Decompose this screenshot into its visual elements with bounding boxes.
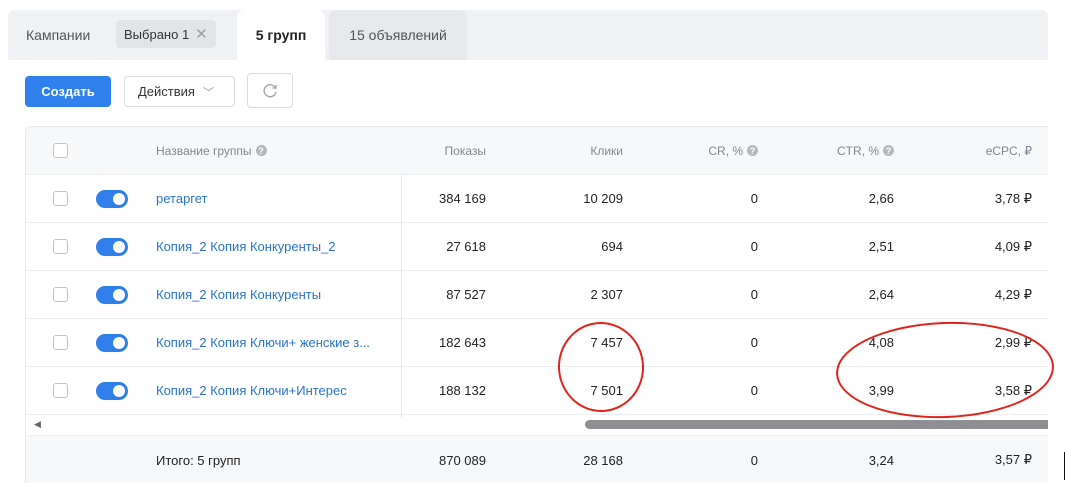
clicks-value: 2 307: [590, 287, 623, 302]
impressions-value: 27 618: [446, 239, 486, 254]
status-toggle[interactable]: [96, 237, 128, 256]
column-name-header[interactable]: Название группы?: [156, 127, 267, 174]
help-icon[interactable]: ?: [883, 145, 894, 156]
cr-value: 0: [750, 335, 758, 350]
column-clicks-header[interactable]: Клики: [531, 127, 623, 174]
tab-campaigns[interactable]: Кампании: [26, 27, 90, 43]
group-name-link[interactable]: ретаргет: [156, 175, 208, 222]
table-row[interactable]: Копия_2 Копия Конкуренты 87 527 2 307 0 …: [26, 271, 1048, 319]
groups-table: Название группы? Показы Клики CR, %? CTR…: [25, 126, 1048, 483]
help-icon[interactable]: ?: [255, 145, 267, 156]
selected-filter-chip[interactable]: Выбрано 1 ✕: [116, 20, 216, 48]
group-name-link[interactable]: Копия_2 Копия Ключи+ женские з...: [156, 319, 370, 366]
column-impressions-header[interactable]: Показы: [401, 127, 486, 174]
refresh-button[interactable]: [247, 73, 293, 108]
clicks-value: 694: [601, 239, 623, 254]
group-name-link[interactable]: Копия_2 Копия Конкуренты: [156, 271, 321, 318]
scrollbar-thumb[interactable]: [585, 420, 1048, 429]
impressions-value: 182 643: [439, 335, 486, 350]
status-toggle[interactable]: [96, 285, 128, 304]
tab-bar: Кампании Выбрано 1 ✕ 5 групп 15 объявлен…: [8, 10, 1048, 60]
ctr-value: 2,66: [868, 191, 894, 206]
help-icon[interactable]: ?: [747, 145, 758, 156]
ctr-value: 2,64: [868, 287, 894, 302]
cr-total: 0: [750, 452, 758, 468]
ecpc-value: 4,29 ₽: [994, 286, 1032, 302]
tab-ads[interactable]: 15 объявлений: [329, 10, 467, 60]
impressions-value: 384 169: [439, 191, 486, 206]
totals-label: Итого: 5 групп: [156, 452, 241, 468]
cr-value: 0: [750, 287, 758, 302]
impressions-total: 870 089: [439, 452, 486, 468]
tab-groups[interactable]: 5 групп: [237, 10, 325, 60]
impressions-value: 87 527: [446, 287, 486, 302]
cr-value: 0: [750, 191, 758, 206]
group-name-link[interactable]: Копия_2 Копия Конкуренты_2: [156, 223, 336, 270]
row-checkbox[interactable]: [53, 335, 68, 350]
ctr-total: 3,24: [868, 452, 894, 468]
ecpc-value: 3,78 ₽: [994, 190, 1032, 206]
create-button[interactable]: Создать: [25, 76, 111, 107]
row-checkbox[interactable]: [53, 239, 68, 254]
table-header: Название группы? Показы Клики CR, %? CTR…: [26, 127, 1048, 175]
clicks-value: 10 209: [583, 191, 623, 206]
group-name-link[interactable]: Копия_2 Копия Ключи+Интерес: [156, 367, 347, 414]
selected-chip-label: Выбрано 1: [124, 26, 190, 42]
impressions-value: 188 132: [439, 383, 486, 398]
scroll-left-arrow-icon[interactable]: ◀: [34, 419, 41, 430]
cr-value: 0: [750, 239, 758, 254]
row-checkbox[interactable]: [53, 383, 68, 398]
ecpc-value: 4,09 ₽: [994, 238, 1032, 254]
column-ecpc-header[interactable]: eCPC, ₽: [926, 127, 1032, 174]
horizontal-scrollbar[interactable]: ◀: [26, 417, 1048, 433]
column-ctr-header[interactable]: CTR, %?: [786, 127, 894, 174]
table-row[interactable]: ретаргет 384 169 10 209 0 2,66 3,78 ₽: [26, 175, 1048, 223]
status-toggle[interactable]: [96, 381, 128, 400]
column-cr-header[interactable]: CR, %?: [666, 127, 758, 174]
select-all-checkbox[interactable]: [53, 143, 68, 158]
close-icon[interactable]: ✕: [195, 27, 208, 42]
actions-dropdown[interactable]: Действия ﹀: [124, 76, 235, 107]
refresh-icon: [263, 83, 277, 97]
ctr-value: 2,51: [868, 239, 894, 254]
row-checkbox[interactable]: [53, 287, 68, 302]
row-checkbox[interactable]: [53, 191, 68, 206]
actions-label: Действия: [138, 84, 195, 99]
ecpc-total: 3,57 ₽: [994, 452, 1032, 467]
table-footer-totals: Итого: 5 групп 870 089 28 168 0 3,24 3,5…: [26, 435, 1048, 483]
table-row[interactable]: Копия_2 Копия Конкуренты_2 27 618 694 0 …: [26, 223, 1048, 271]
chevron-down-icon: ﹀: [202, 86, 214, 99]
status-toggle[interactable]: [96, 333, 128, 352]
clicks-total: 28 168: [583, 452, 623, 468]
cr-value: 0: [750, 383, 758, 398]
status-toggle[interactable]: [96, 189, 128, 208]
